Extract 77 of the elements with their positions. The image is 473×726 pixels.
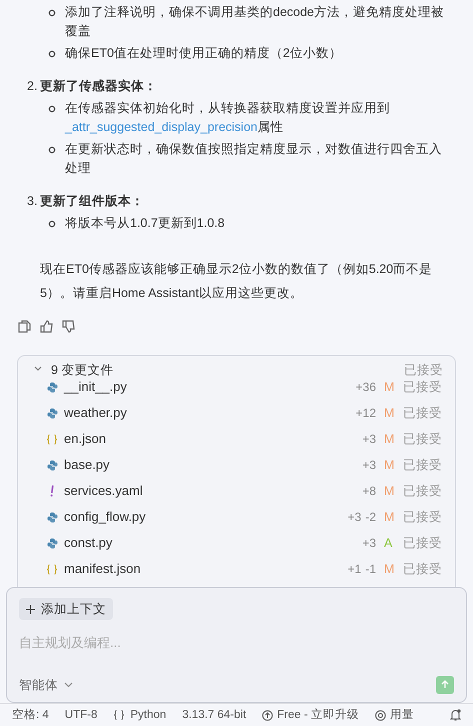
file-name[interactable]: manifest.json (64, 559, 141, 579)
python-file-icon (46, 460, 58, 470)
removed-lines: -1 (365, 561, 376, 578)
added-lines: +8 (362, 483, 376, 500)
status-label: 已接受 (403, 534, 442, 552)
bullet-icon (48, 9, 56, 17)
added-lines: +36 (356, 379, 376, 396)
list-item-text: 在传感器实体初始化时，从转换器获取精度设置并应用到 _attr_suggested_display_precision属性 (65, 100, 391, 136)
status-item[interactable]: 3.13.7 64-bit (182, 706, 246, 724)
status-label: 已接受 (403, 378, 442, 396)
list-item-text: 在更新状态时，确保数值按照指定精度显示，对数值进行四舍五入处理 (65, 141, 443, 177)
status-label: 已接受 (403, 560, 442, 578)
python-file-icon (46, 408, 58, 418)
mode-dropdown[interactable]: 智能体 (19, 676, 73, 694)
status-label: 已接受 (404, 362, 443, 379)
bullet-icon (48, 146, 56, 154)
plus-icon (26, 604, 35, 614)
file-name[interactable]: weather.py (64, 403, 127, 423)
list-number: 2. (27, 78, 38, 95)
file-name[interactable]: base.py (64, 455, 110, 475)
copy-icon[interactable] (18, 320, 31, 333)
change-type: A (384, 534, 394, 552)
file-name[interactable]: __init__.py (64, 377, 127, 397)
status-label: 已接受 (403, 456, 442, 474)
status-item[interactable]: 空格: 4 (12, 706, 49, 724)
added-lines: +3 (348, 509, 362, 526)
section-heading: 更新了传感器实体： (40, 78, 157, 95)
removed-lines: -2 (365, 509, 376, 526)
added-lines: +3 (362, 457, 376, 474)
change-type: M (384, 378, 394, 396)
file-name[interactable]: en.json (64, 429, 106, 449)
added-lines: +1 (348, 561, 362, 578)
braces-icon (46, 564, 58, 574)
target-icon (375, 710, 386, 721)
thumbs-up-icon[interactable] (40, 320, 53, 333)
status-label: 已接受 (403, 404, 442, 422)
status-label: 已接受 (403, 430, 442, 448)
braces-icon (113, 710, 126, 720)
change-type: M (384, 508, 394, 526)
arrow-up-icon (262, 710, 274, 721)
thumbs-down-icon[interactable] (62, 320, 75, 333)
list-item-text: 将版本号从1.0.7更新到1.0.8 (65, 215, 226, 232)
python-file-icon (46, 512, 58, 522)
language-mode[interactable]: Python (113, 706, 166, 724)
add-context-button[interactable]: 添加上下文 (19, 598, 113, 620)
bullet-icon (48, 50, 56, 58)
change-type: M (384, 482, 394, 500)
summary-text: 现在ET0传感器应该能够正确显示2位小数的数值了（例如5.20而不是5）。请重启Home Assistant以应用这些更改。 (40, 261, 434, 302)
changes-title[interactable]: 9 变更文件 (51, 360, 114, 380)
status-label: 已接受 (403, 508, 442, 526)
change-type: M (384, 456, 394, 474)
section-heading: 更新了组件版本： (40, 193, 144, 210)
status-label: 已接受 (403, 482, 442, 500)
bell-icon[interactable] (450, 709, 461, 722)
usage-link[interactable]: 用量 (375, 706, 414, 724)
chevron-icon (64, 682, 73, 688)
file-name[interactable]: config_flow.py (64, 507, 146, 527)
python-file-icon (46, 382, 58, 392)
file-name[interactable]: const.py (64, 533, 112, 553)
change-type: M (384, 430, 394, 448)
bullet-icon (48, 105, 56, 113)
added-lines: +3 (362, 535, 376, 552)
file-name[interactable]: services.yaml (64, 481, 143, 501)
arrow-up-icon (441, 680, 449, 690)
change-type: M (384, 560, 394, 578)
added-lines: +3 (362, 431, 376, 448)
list-item-text: 添加了注释说明，确保不调用基类的decode方法，避免精度处理被覆盖 (65, 4, 446, 40)
added-lines: +12 (356, 405, 376, 422)
list-number: 3. (27, 193, 38, 210)
braces-icon (46, 434, 58, 444)
prompt-input[interactable]: 自主规划及编程... (19, 633, 319, 653)
change-type: M (384, 404, 394, 422)
bullet-icon (48, 220, 56, 228)
upgrade-link[interactable]: Free - 立即升级 (262, 706, 360, 724)
status-item[interactable]: UTF-8 (64, 706, 98, 724)
list-item-text: 确保ET0值在处理时使用正确的精度（2位小数） (65, 45, 343, 62)
python-file-icon (46, 538, 58, 548)
